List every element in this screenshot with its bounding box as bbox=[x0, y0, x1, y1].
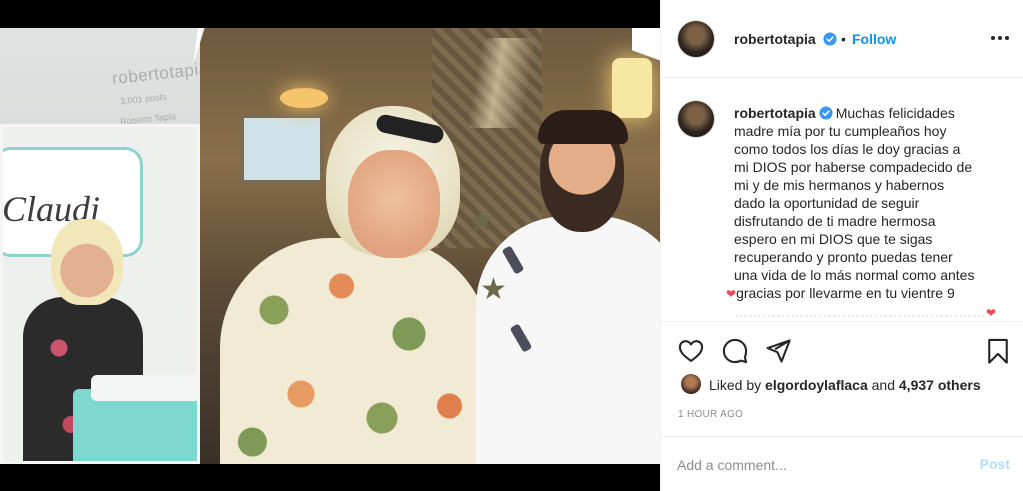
caption-line: como todos los días le doy gracias a bbox=[734, 141, 961, 157]
caption-line: disfrutando de ti madre hermosa bbox=[734, 213, 936, 229]
main-photo-scene: ★ ★ bbox=[200, 28, 660, 464]
inset-birthday-photo: Claudi bbox=[0, 124, 200, 464]
likes-prefix: Liked by bbox=[709, 377, 762, 393]
caption-username-link[interactable]: robertotapia bbox=[734, 105, 816, 121]
post-comment-button[interactable]: Post bbox=[980, 456, 1010, 472]
more-options-icon[interactable] bbox=[990, 30, 1010, 46]
post-media[interactable]: robertotapia 3,001 posts Roberto Tapia ★… bbox=[0, 0, 660, 491]
post-sidebar: robertotapia • Follow robertotapia Muchas… bbox=[660, 0, 1023, 491]
collage-corner bbox=[632, 28, 660, 98]
likes-joiner: and bbox=[871, 377, 895, 393]
collage-stat-text: 3,001 posts bbox=[119, 91, 167, 107]
liker-username-link[interactable]: elgordoylaflaca bbox=[765, 377, 868, 393]
comment-icon[interactable] bbox=[721, 337, 749, 365]
shirt-star-icon: ★ bbox=[468, 205, 495, 238]
post-header: robertotapia • Follow bbox=[661, 0, 1023, 78]
heart-icon[interactable] bbox=[677, 337, 705, 365]
action-bar bbox=[661, 323, 1023, 379]
man-hair bbox=[538, 110, 628, 144]
comment-bar: Post bbox=[661, 436, 1023, 491]
username-link[interactable]: robertotapia bbox=[734, 31, 816, 47]
caption-line: recuperando y pronto puedas tener bbox=[734, 249, 953, 265]
likes-others-link[interactable]: 4,937 others bbox=[899, 377, 981, 393]
caption-line-cut: ……………………………………………… bbox=[734, 304, 986, 320]
post-caption: robertotapia Muchas felicidades madre mía… bbox=[661, 78, 1023, 322]
avatar[interactable] bbox=[677, 20, 715, 58]
comment-input[interactable] bbox=[677, 454, 957, 476]
shirt-star-icon: ★ bbox=[480, 273, 507, 306]
caption-line: mi DIOS por haberse compadecido de bbox=[734, 159, 973, 175]
header-separator: • bbox=[841, 31, 846, 47]
liker-avatar[interactable] bbox=[681, 374, 701, 394]
verified-badge-icon bbox=[819, 106, 833, 120]
woman-floral-blouse bbox=[220, 238, 490, 464]
post-photo[interactable]: robertotapia 3,001 posts Roberto Tapia ★… bbox=[0, 28, 660, 464]
avatar[interactable] bbox=[677, 100, 715, 138]
paper-plane-icon[interactable] bbox=[764, 337, 792, 365]
caption-line: espero en mi DIOS que te sigas bbox=[734, 231, 933, 247]
heart-emoji-icon: ❤ bbox=[726, 287, 737, 301]
verified-badge-icon bbox=[823, 32, 837, 46]
caption-line: mi y de mis hermanos y habernos bbox=[734, 177, 945, 193]
bookmark-icon[interactable] bbox=[984, 337, 1012, 365]
likes-text: Liked by elgordoylaflaca and 4,937 other… bbox=[709, 377, 981, 393]
caption-line: madre mía por tu cumpleaños hoy bbox=[734, 123, 947, 139]
likes-row: Liked by elgordoylaflaca and 4,937 other… bbox=[677, 373, 1017, 397]
caption-text: robertotapia Muchas felicidades madre mía… bbox=[726, 104, 1006, 321]
woman-face bbox=[348, 150, 440, 258]
inset-woman-face bbox=[51, 219, 123, 305]
caption-line: dado la oportunidad de seguir bbox=[734, 195, 920, 211]
caption-line: una vida de lo más normal como antes bbox=[734, 267, 975, 283]
heart-emoji-icon: ❤ bbox=[986, 306, 997, 320]
cake-top bbox=[91, 375, 197, 401]
caption-line: Muchas felicidades bbox=[835, 105, 955, 121]
caption-line: gracias por llevarme en tu vientre 9 bbox=[736, 285, 955, 301]
follow-button[interactable]: Follow bbox=[852, 31, 896, 47]
post-timestamp[interactable]: 1 HOUR AGO bbox=[678, 409, 743, 420]
ceiling-lamp bbox=[280, 88, 328, 108]
